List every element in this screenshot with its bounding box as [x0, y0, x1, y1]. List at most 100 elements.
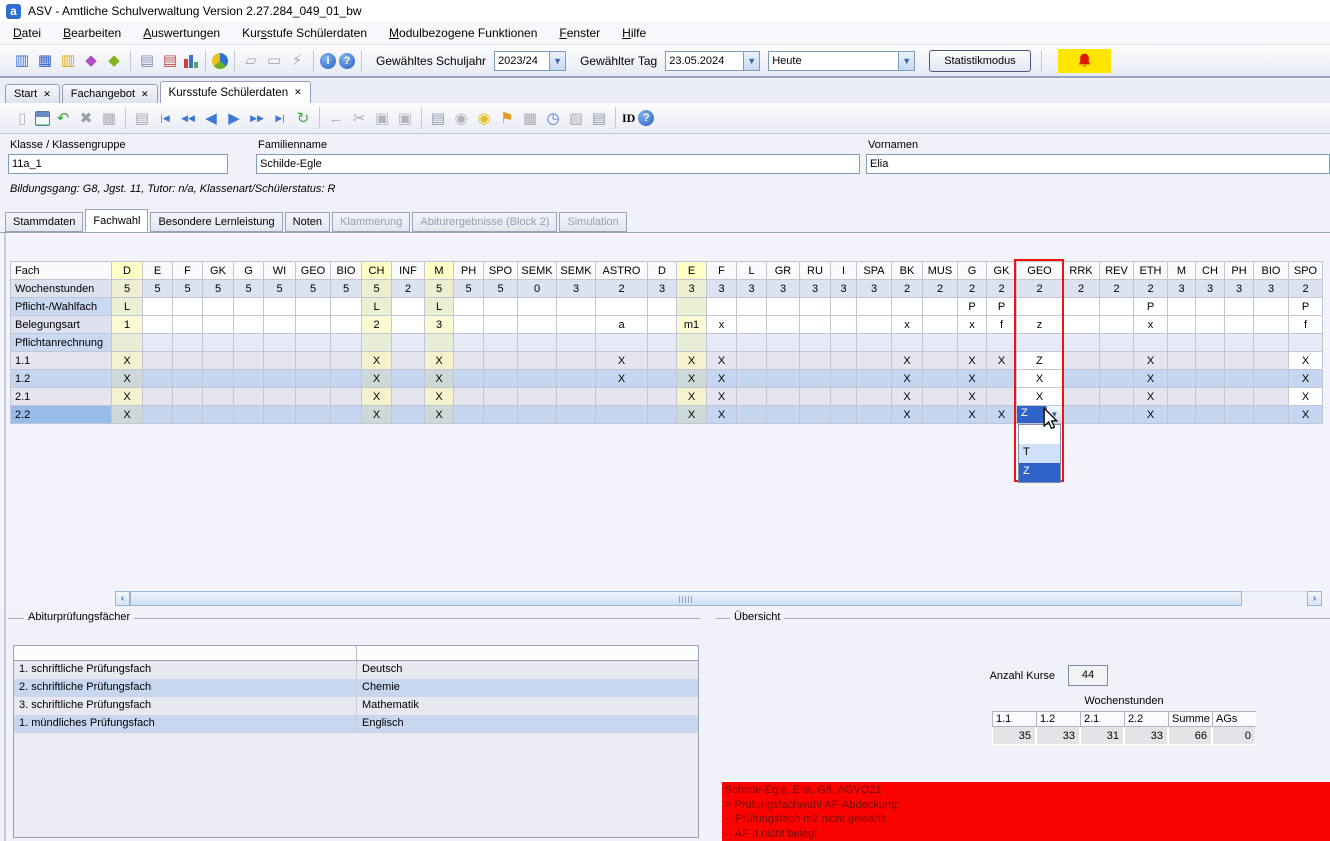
column-header[interactable]: ASTRO [595, 261, 648, 280]
grid-cell[interactable] [986, 387, 1017, 406]
grid-cell[interactable]: P [957, 297, 987, 316]
column-header[interactable]: M [424, 261, 454, 280]
tab-start[interactable]: Start ✕ [5, 84, 60, 103]
grid-cell[interactable] [263, 333, 296, 352]
column-header[interactable]: BK [891, 261, 923, 280]
grid-cell[interactable]: 5 [330, 279, 362, 298]
grid-cell[interactable] [1167, 333, 1196, 352]
grid-cell[interactable] [263, 369, 296, 388]
column-header[interactable]: SPO [1288, 261, 1323, 280]
grid-cell[interactable]: P [1133, 297, 1168, 316]
grid-cell[interactable] [295, 387, 331, 406]
grid-cell[interactable]: 2 [986, 279, 1017, 298]
grid-cell[interactable] [736, 405, 767, 424]
tab-kursstufe-sch-lerdaten[interactable]: Kursstufe Schülerdaten ✕ [159, 81, 311, 103]
grid-cell[interactable] [1062, 297, 1100, 316]
grid-cell[interactable] [172, 387, 203, 406]
grid-cell[interactable] [799, 351, 831, 370]
grid-cell[interactable] [1224, 333, 1254, 352]
grid-cell[interactable]: X [361, 369, 392, 388]
grid-cell[interactable] [986, 333, 1017, 352]
grid-cell[interactable] [856, 351, 892, 370]
grid-cell[interactable] [1016, 297, 1063, 316]
column-header[interactable]: F [172, 261, 203, 280]
row-label[interactable]: 1.2 [10, 369, 112, 388]
grid-cell[interactable]: 3 [856, 279, 892, 298]
grid-cell[interactable] [922, 387, 958, 406]
grid-cell[interactable] [483, 405, 518, 424]
column-header[interactable]: PH [453, 261, 484, 280]
day-combo[interactable]: 23.05.2024 ▼ [665, 50, 761, 71]
previous-record-icon[interactable]: ◀ [201, 108, 221, 128]
grid-cell[interactable] [766, 297, 800, 316]
modules-icon[interactable]: ▱ [241, 51, 261, 71]
row-label[interactable]: 2.2 [10, 405, 112, 424]
help-icon[interactable]: ? [339, 52, 355, 69]
grid-cell[interactable] [736, 387, 767, 406]
pupils-secondary-icon[interactable]: ▥ [58, 51, 78, 71]
grid-cell[interactable]: x [957, 315, 987, 334]
grid-cell[interactable]: 5 [361, 279, 392, 298]
fast-next-icon[interactable]: ▶▶ [247, 108, 267, 128]
school-year-combo[interactable]: 2023/24 ▼ [494, 50, 567, 71]
abitur-row[interactable]: 2. schriftliche Prüfungsfach Chemie [14, 679, 698, 697]
grid-cell[interactable]: x [1133, 315, 1168, 334]
grid-cell[interactable] [647, 297, 677, 316]
export-icon[interactable]: ▨ [566, 108, 586, 128]
grid-cell[interactable]: X [424, 351, 454, 370]
grid-cell[interactable]: 3 [1253, 279, 1289, 298]
grid-cell[interactable] [233, 297, 264, 316]
grid-cell[interactable] [202, 351, 234, 370]
grid-cell[interactable] [556, 387, 596, 406]
grid-cell[interactable]: 2 [595, 279, 648, 298]
grid-cell[interactable] [391, 297, 425, 316]
column-header[interactable]: SPA [856, 261, 892, 280]
grid-cell[interactable] [1099, 387, 1134, 406]
grid-cell[interactable] [295, 369, 331, 388]
column-header[interactable]: BIO [330, 261, 362, 280]
grid-cell[interactable] [676, 297, 707, 316]
grid-cell[interactable] [517, 333, 557, 352]
grid-cell[interactable] [1062, 333, 1100, 352]
detail-tab-noten[interactable]: Noten [284, 212, 331, 232]
grid-cell[interactable] [1195, 297, 1225, 316]
grid-cell[interactable] [263, 351, 296, 370]
card-index-icon[interactable]: ▤ [160, 51, 180, 71]
grid-cell[interactable]: 5 [453, 279, 484, 298]
grid-cell[interactable]: L [361, 297, 392, 316]
grid-cell[interactable]: X [1133, 405, 1168, 424]
grid-cell[interactable] [517, 387, 557, 406]
grid-cell[interactable] [172, 369, 203, 388]
grid-cell[interactable] [595, 333, 648, 352]
grid-cell[interactable]: 2 [922, 279, 958, 298]
grid-cell[interactable]: X [111, 405, 143, 424]
grid-cell[interactable] [1195, 387, 1225, 406]
grid-cell[interactable]: X [361, 405, 392, 424]
grid-cell[interactable]: f [986, 315, 1017, 334]
scrollbar-thumb[interactable] [130, 591, 1242, 606]
grid-cell[interactable] [856, 387, 892, 406]
cut-icon[interactable]: ✂ [349, 108, 369, 128]
grid-cell[interactable]: 3 [736, 279, 767, 298]
grid-cell[interactable] [330, 333, 362, 352]
grid-cell[interactable]: X [676, 369, 707, 388]
chevron-down-icon[interactable]: ▼ [1046, 406, 1062, 423]
grid-cell[interactable] [1062, 405, 1100, 424]
column-header[interactable]: G [957, 261, 987, 280]
grid-cell[interactable] [1224, 297, 1254, 316]
grid-cell[interactable]: L [111, 297, 143, 316]
grid-cell[interactable] [1253, 315, 1289, 334]
grid-cell[interactable] [957, 333, 987, 352]
grid-cell[interactable]: 3 [647, 279, 677, 298]
fast-previous-icon[interactable]: ◀◀ [178, 108, 198, 128]
protocol-icon[interactable]: ▤ [132, 108, 152, 128]
grid-cell[interactable]: X [891, 387, 923, 406]
grid-cell[interactable] [556, 369, 596, 388]
column-header[interactable]: SEMK [517, 261, 557, 280]
grid-cell[interactable] [1062, 315, 1100, 334]
grid-cell[interactable]: 3 [766, 279, 800, 298]
grid-cell[interactable] [483, 315, 518, 334]
grid-cell[interactable] [202, 369, 234, 388]
grid-cell[interactable]: 2 [891, 279, 923, 298]
grid-cell[interactable] [1062, 387, 1100, 406]
